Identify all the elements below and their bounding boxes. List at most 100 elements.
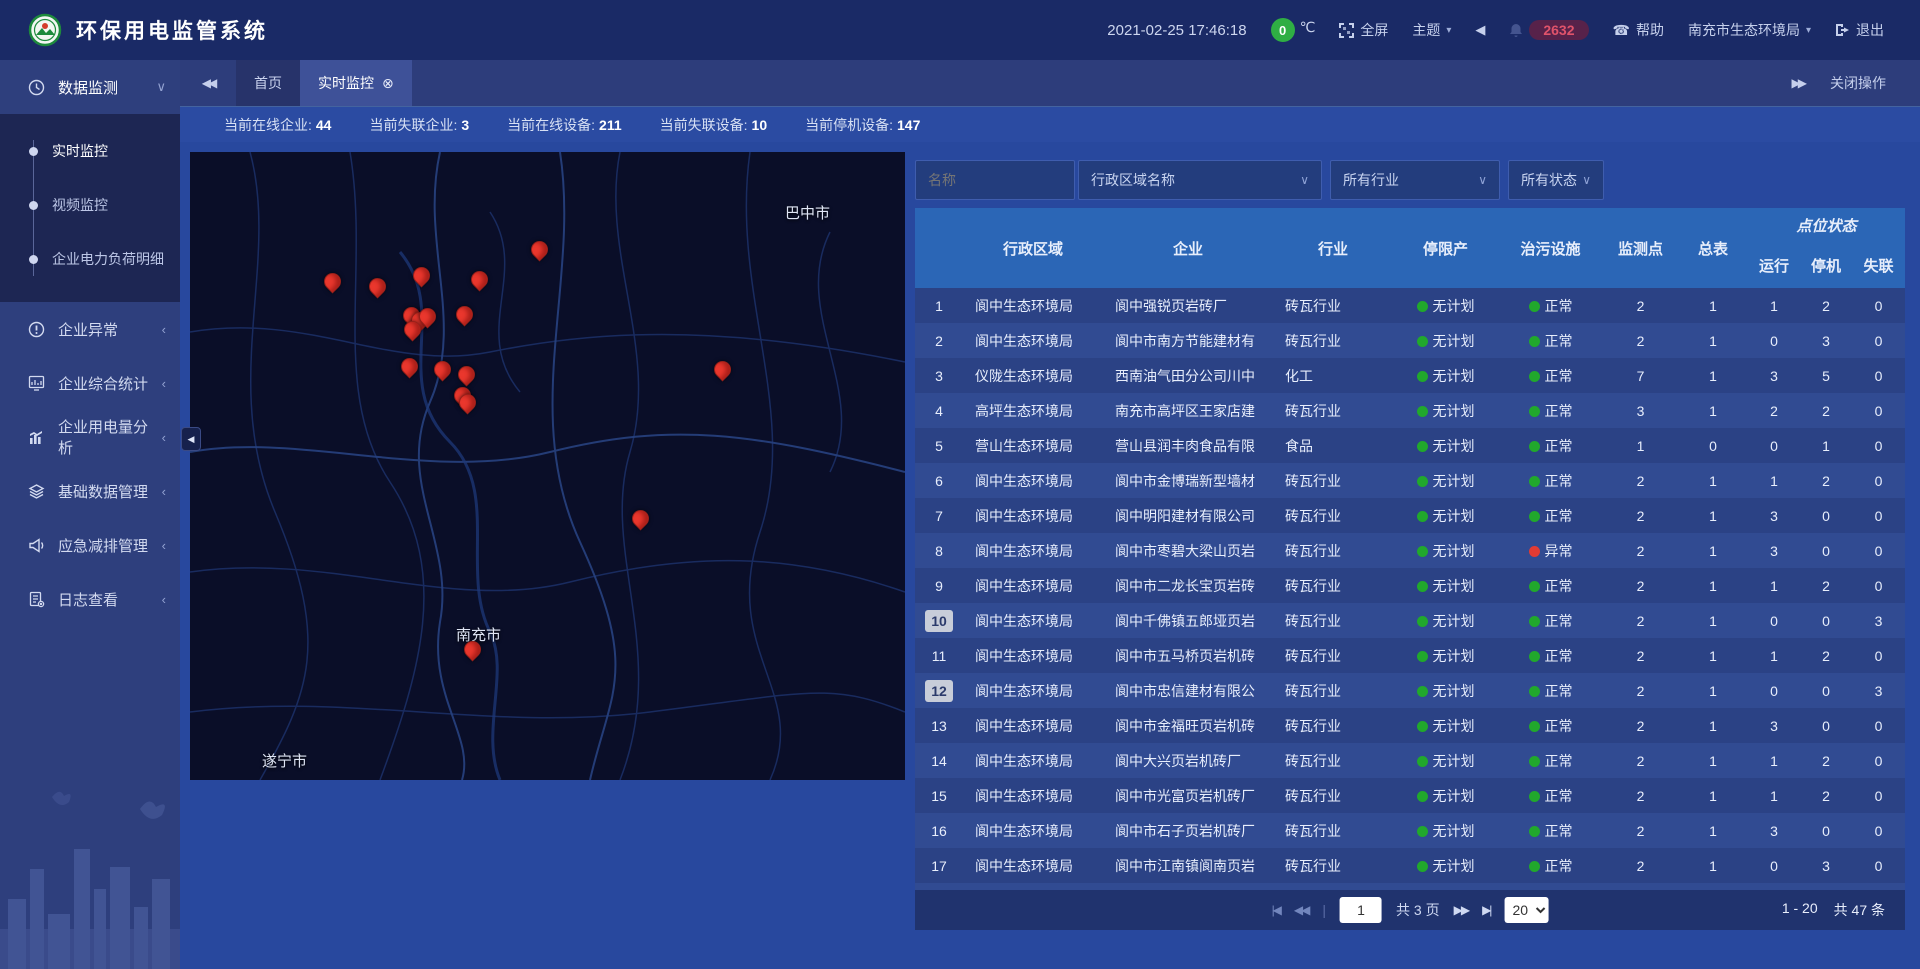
table-row[interactable]: 8阆中生态环境局阆中市枣碧大梁山页岩砖瓦行业无计划异常21300 <box>915 533 1905 568</box>
cell-monitor-points: 7 <box>1603 368 1678 384</box>
table-body: 1阆中生态环境局阆中强锐页岩砖厂砖瓦行业无计划正常211202阆中生态环境局阆中… <box>915 288 1905 890</box>
row-index: 10 <box>915 610 963 632</box>
cell-lost: 0 <box>1852 788 1905 804</box>
sidebar-item-企业综合统计[interactable]: 企业综合统计‹ <box>0 356 180 410</box>
cell-stopped: 0 <box>1800 683 1852 699</box>
logout-button[interactable]: 退出 <box>1835 20 1884 40</box>
cell-lost: 0 <box>1852 333 1905 349</box>
cell-industry: 砖瓦行业 <box>1273 786 1393 806</box>
sidebar-item-企业用电量分析[interactable]: 企业用电量分析‹ <box>0 410 180 464</box>
status-dot-icon <box>1529 371 1540 382</box>
cell-lost: 0 <box>1852 823 1905 839</box>
sidebar-item-label: 数据监测 <box>58 77 156 98</box>
cell-limit-status: 无计划 <box>1393 471 1498 491</box>
tab-首页[interactable]: 首页 <box>236 60 300 106</box>
filter-select-所有状态[interactable]: 所有状态∨ <box>1508 160 1604 200</box>
cell-total-meters: 1 <box>1678 578 1748 594</box>
row-index: 9 <box>915 578 963 594</box>
scroll-tabs-right-button[interactable]: ▶▶ <box>1792 76 1804 90</box>
column-header-失联: 失联 <box>1852 242 1905 288</box>
sidebar-item-数据监测[interactable]: 数据监测∨ <box>0 60 180 114</box>
table-row[interactable]: 9阆中生态环境局阆中市二龙长宝页岩砖砖瓦行业无计划正常21120 <box>915 568 1905 603</box>
table-row[interactable]: 7阆中生态环境局阆中明阳建材有限公司砖瓦行业无计划正常21300 <box>915 498 1905 533</box>
last-page-button[interactable]: ▶| <box>1482 903 1490 917</box>
cell-monitor-points: 2 <box>1603 473 1678 489</box>
sidebar-subitem-视频监控[interactable]: 视频监控 <box>0 178 180 232</box>
map-panel[interactable]: 巴中市南充市遂宁市 <box>190 152 905 780</box>
name-filter-input[interactable] <box>915 160 1075 200</box>
table-row[interactable]: 11阆中生态环境局阆中市五马桥页岩机砖砖瓦行业无计划正常21120 <box>915 638 1905 673</box>
row-range-label: 1 - 20 <box>1782 900 1818 920</box>
name-search-field[interactable] <box>928 172 1062 188</box>
cell-industry: 食品 <box>1273 436 1393 456</box>
cell-industry: 砖瓦行业 <box>1273 611 1393 631</box>
phone-icon: ☎ <box>1613 22 1630 39</box>
table-row[interactable]: 15阆中生态环境局阆中市光富页岩机砖厂砖瓦行业无计划正常21120 <box>915 778 1905 813</box>
sidebar-item-应急减排管理[interactable]: 应急减排管理‹ <box>0 518 180 572</box>
help-button[interactable]: ☎ 帮助 <box>1613 20 1664 40</box>
cell-monitor-points: 2 <box>1603 613 1678 629</box>
cell-stopped: 2 <box>1800 753 1852 769</box>
scroll-tabs-left-button[interactable]: ◀◀ <box>180 60 236 106</box>
stat-value: 44 <box>316 117 332 133</box>
filter-select-所有行业[interactable]: 所有行业∨ <box>1330 160 1500 200</box>
table-row[interactable]: 12阆中生态环境局阆中市忠信建材有限公砖瓦行业无计划正常21003 <box>915 673 1905 708</box>
map-city-label: 遂宁市 <box>262 750 307 771</box>
table-row[interactable]: 6阆中生态环境局阆中市金博瑞新型墙材砖瓦行业无计划正常21120 <box>915 463 1905 498</box>
filter-select-行政区域名称[interactable]: 行政区域名称∨ <box>1078 160 1322 200</box>
cell-total-meters: 1 <box>1678 403 1748 419</box>
prev-page-button[interactable]: ◀◀ <box>1294 903 1308 917</box>
sidebar-subitem-企业电力负荷明细[interactable]: 企业电力负荷明细 <box>0 232 180 286</box>
cell-running: 0 <box>1748 683 1800 699</box>
tab-实时监控[interactable]: 实时监控⊗ <box>300 60 412 106</box>
cell-running: 2 <box>1748 403 1800 419</box>
sidebar-item-基础数据管理[interactable]: 基础数据管理‹ <box>0 464 180 518</box>
sidebar-item-企业异常[interactable]: 企业异常‹ <box>0 302 180 356</box>
cell-monitor-points: 2 <box>1603 858 1678 874</box>
table-row[interactable]: 17阆中生态环境局阆中市江南镇阆南页岩砖瓦行业无计划正常21030 <box>915 848 1905 883</box>
cell-region: 高坪生态环境局 <box>963 401 1103 421</box>
table-row[interactable]: 14阆中生态环境局阆中大兴页岩机砖厂砖瓦行业无计划正常21120 <box>915 743 1905 778</box>
column-header-index <box>915 208 963 288</box>
bullet-icon <box>29 147 38 156</box>
cell-monitor-points: 2 <box>1603 683 1678 699</box>
notifications[interactable]: 2632 <box>1509 20 1588 40</box>
next-page-button[interactable]: ▶▶ <box>1454 903 1468 917</box>
close-tab-icon[interactable]: ⊗ <box>382 75 394 92</box>
table-row[interactable]: 5营山生态环境局营山县润丰肉食品有限食品无计划正常10010 <box>915 428 1905 463</box>
first-page-button[interactable]: |◀ <box>1272 903 1280 917</box>
cell-total-meters: 1 <box>1678 368 1748 384</box>
page-number-input[interactable] <box>1340 897 1382 923</box>
cell-running: 1 <box>1748 753 1800 769</box>
cell-lost: 0 <box>1852 438 1905 454</box>
table-row[interactable]: 2阆中生态环境局阆中市南方节能建材有砖瓦行业无计划正常21030 <box>915 323 1905 358</box>
sidebar-subitem-实时监控[interactable]: 实时监控 <box>0 124 180 178</box>
mute-button[interactable]: ◀ <box>1475 22 1485 38</box>
cell-region: 阆中生态环境局 <box>963 331 1103 351</box>
table-row[interactable]: 4高坪生态环境局南充市高坪区王家店建砖瓦行业无计划正常31220 <box>915 393 1905 428</box>
status-dot-icon <box>1529 791 1540 802</box>
table-row[interactable]: 18南部生态环境局南部县瑞华页岩砖厂有砖瓦行业无计划正常21030 <box>915 883 1905 890</box>
table-row[interactable]: 1阆中生态环境局阆中强锐页岩砖厂砖瓦行业无计划正常21120 <box>915 288 1905 323</box>
map-city-label: 巴中市 <box>785 202 830 223</box>
cell-stopped: 2 <box>1800 298 1852 314</box>
table-row[interactable]: 10阆中生态环境局阆中千佛镇五郎垭页岩砖瓦行业无计划正常21003 <box>915 603 1905 638</box>
table-row[interactable]: 3仪陇生态环境局西南油气田分公司川中化工无计划正常71350 <box>915 358 1905 393</box>
temperature-unit: ℃ <box>1300 18 1316 36</box>
fullscreen-button[interactable]: 全屏 <box>1339 20 1388 40</box>
sidebar-item-label: 基础数据管理 <box>58 481 162 502</box>
status-dot-icon <box>1417 721 1428 732</box>
close-operations-button[interactable]: 关闭操作 <box>1830 73 1886 93</box>
sidebar-item-日志查看[interactable]: 日志查看‹ <box>0 572 180 626</box>
table-row[interactable]: 16阆中生态环境局阆中市石子页岩机砖厂砖瓦行业无计划正常21300 <box>915 813 1905 848</box>
table-row[interactable]: 13阆中生态环境局阆中市金福旺页岩机砖砖瓦行业无计划正常21300 <box>915 708 1905 743</box>
cell-company: 阆中市江南镇阆南页岩 <box>1103 856 1273 876</box>
status-dot-icon <box>1417 336 1428 347</box>
cell-lost: 0 <box>1852 473 1905 489</box>
theme-dropdown[interactable]: 主题 ▾ <box>1412 20 1451 40</box>
page-size-select[interactable]: 20 <box>1504 897 1548 923</box>
collapse-sidebar-toggle[interactable]: ◀ <box>181 427 201 451</box>
user-dropdown[interactable]: 南充市生态环境局 ▾ <box>1688 20 1811 40</box>
cell-industry: 砖瓦行业 <box>1273 716 1393 736</box>
status-dot-icon <box>1417 301 1428 312</box>
